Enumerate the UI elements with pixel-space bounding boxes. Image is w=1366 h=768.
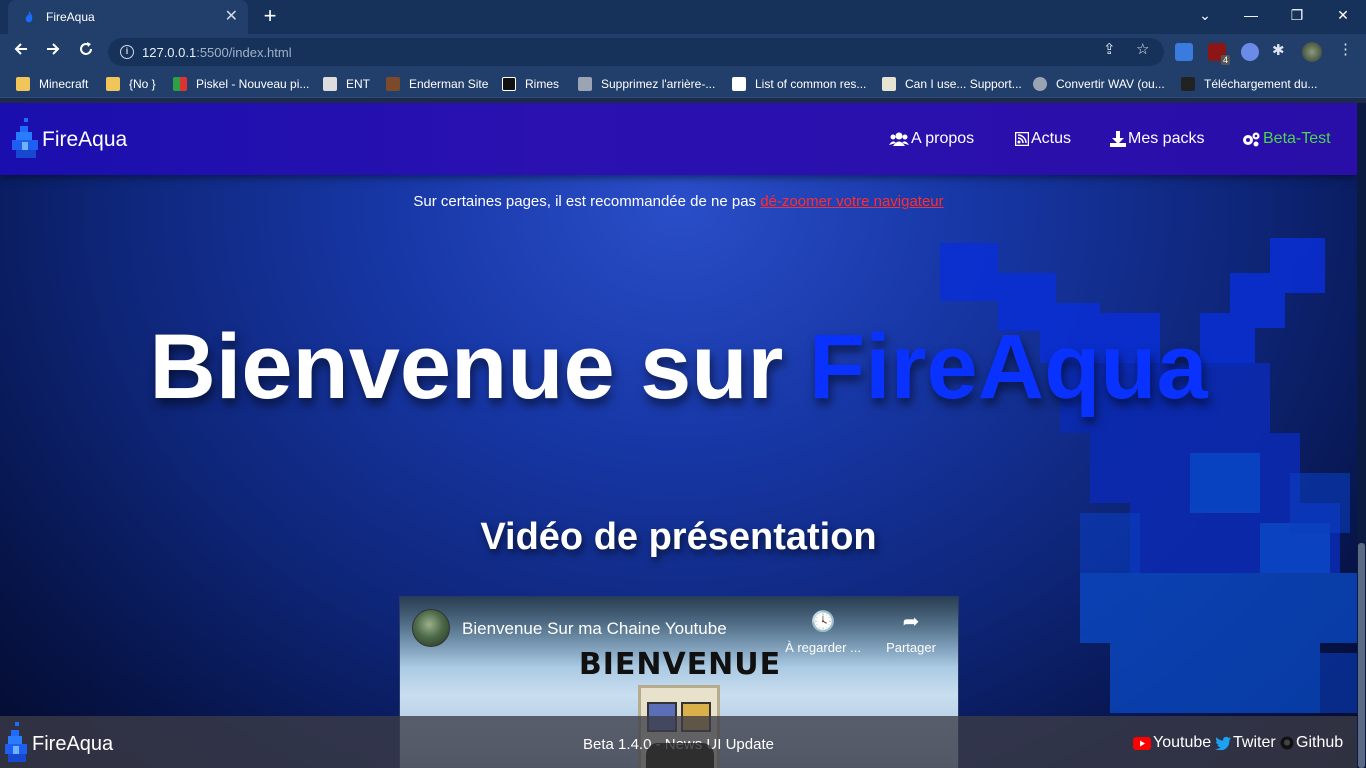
extension-icon[interactable] [1241, 43, 1259, 61]
site-info-icon[interactable]: i [120, 45, 134, 59]
bookmark-enderman-site[interactable]: Enderman Site [386, 76, 488, 92]
remove-bg-icon [578, 77, 592, 91]
clock-icon: 🕓 [810, 611, 836, 633]
minimize-button[interactable]: — [1228, 0, 1274, 30]
nav-beta-test[interactable]: Beta-Test [1241, 130, 1331, 148]
tab-title: FireAqua [46, 10, 95, 24]
enderman-icon [386, 77, 400, 91]
forward-button[interactable] [40, 40, 66, 64]
download-icon [1110, 131, 1126, 147]
restore-button[interactable]: ❐ [1274, 0, 1320, 30]
cogs-icon [1243, 132, 1260, 147]
share-video-button[interactable]: ➦ Partager [866, 609, 956, 655]
nav-mes-packs[interactable]: Mes packs [1110, 130, 1204, 148]
channel-avatar[interactable] [412, 609, 450, 647]
youtube-icon [1133, 736, 1151, 750]
page-scrollbar[interactable] [1357, 103, 1366, 768]
address-bar[interactable]: i 127.0.0.1:5500/index.html [108, 38, 1164, 66]
folder-icon [106, 77, 120, 91]
browser-tab[interactable]: FireAqua ✕ [8, 0, 248, 34]
video-title[interactable]: Bienvenue Sur ma Chaine Youtube [462, 619, 727, 639]
new-tab-button[interactable]: + [258, 5, 282, 27]
ublock-extension-icon[interactable]: 4 [1208, 43, 1230, 65]
download-site-icon [1181, 77, 1195, 91]
zoom-notice: Sur certaines pages, il est recommandée … [413, 193, 944, 210]
tab-search-button[interactable]: ⌄ [1182, 0, 1228, 30]
bookmark-ent[interactable]: ENT [323, 76, 370, 92]
footer-twitter-link[interactable]: Twiter [1215, 734, 1276, 752]
bookmark-minecraft[interactable]: Minecraft [16, 76, 88, 92]
hero-title: Bienvenue sur FireAqua [149, 316, 1208, 418]
close-window-button[interactable]: ✕ [1320, 0, 1366, 30]
reload-icon [80, 42, 92, 55]
extensions-puzzle-icon[interactable]: ✱ [1272, 41, 1285, 59]
twitter-icon [1215, 736, 1231, 750]
bookmark-telechargement[interactable]: Téléchargement du... [1181, 76, 1317, 92]
nav-actus[interactable]: Actus [1015, 130, 1071, 148]
site-navbar: FireAqua A propos Actus Mes packs Beta-T… [0, 103, 1357, 175]
folder-icon [16, 77, 30, 91]
reload-button[interactable] [73, 40, 99, 64]
video-heading: Vidéo de présentation [480, 516, 877, 558]
convert-icon [1033, 77, 1047, 91]
arrow-right-icon [47, 43, 60, 55]
footer-github-link[interactable]: Github [1280, 734, 1343, 752]
dezoom-link[interactable]: dé-zoomer votre navigateur [760, 193, 943, 210]
browser-toolbar: i 127.0.0.1:5500/index.html ⇪ ☆ 4 ✱ ⋮ [0, 34, 1366, 70]
bookmark-no[interactable]: {No } [106, 76, 156, 92]
browser-menu-icon[interactable]: ⋮ [1338, 40, 1353, 58]
bookmarks-bar: Minecraft {No } Piskel - Nouveau pi... E… [0, 70, 1366, 98]
arrow-left-icon [14, 43, 27, 55]
bookmark-convertir-wav[interactable]: Convertir WAV (ou... [1033, 76, 1165, 92]
browser-tab-bar: FireAqua ✕ + ⌄ — ❐ ✕ [0, 0, 1366, 34]
url-text: 127.0.0.1:5500/index.html [142, 44, 292, 60]
users-icon [889, 132, 909, 146]
extension-badge: 4 [1220, 55, 1230, 65]
rimes-icon [502, 77, 516, 91]
bookmark-piskel[interactable]: Piskel - Nouveau pi... [173, 76, 309, 92]
ent-icon [323, 77, 337, 91]
bookmark-rimes[interactable]: Rimes [502, 76, 559, 92]
translate-extension-icon[interactable] [1175, 43, 1193, 61]
hero-accent: FireAqua [808, 316, 1208, 418]
share-arrow-icon: ➦ [902, 611, 920, 633]
back-button[interactable] [8, 40, 34, 64]
caniuse-icon [882, 77, 896, 91]
bookmark-wikipedia[interactable]: List of common res... [732, 76, 866, 92]
watch-later-button[interactable]: 🕓 À regarder ... [778, 609, 868, 655]
piskel-icon [173, 77, 187, 91]
bookmark-remove-bg[interactable]: Supprimez l'arrière-... [578, 76, 715, 92]
wikipedia-icon [732, 77, 746, 91]
profile-avatar[interactable] [1302, 42, 1322, 62]
tab-close-icon[interactable]: ✕ [225, 9, 238, 25]
site-brand[interactable]: FireAqua [42, 128, 127, 152]
nav-a-propos[interactable]: A propos [889, 130, 974, 148]
web-page: FireAqua A propos Actus Mes packs Beta-T… [0, 103, 1357, 768]
bookmark-caniuse[interactable]: Can I use... Support... [882, 76, 1022, 92]
scrollbar-thumb[interactable] [1358, 543, 1365, 768]
github-icon [1280, 736, 1294, 750]
footer-youtube-link[interactable]: Youtube [1133, 734, 1211, 752]
fireaqua-logo-icon[interactable] [12, 118, 40, 158]
bookmark-star-icon[interactable]: ☆ [1136, 40, 1149, 58]
rss-icon [1015, 132, 1029, 146]
video-play-button[interactable] [646, 743, 714, 768]
share-icon[interactable]: ⇪ [1103, 40, 1116, 58]
fireaqua-favicon-icon [25, 11, 33, 23]
